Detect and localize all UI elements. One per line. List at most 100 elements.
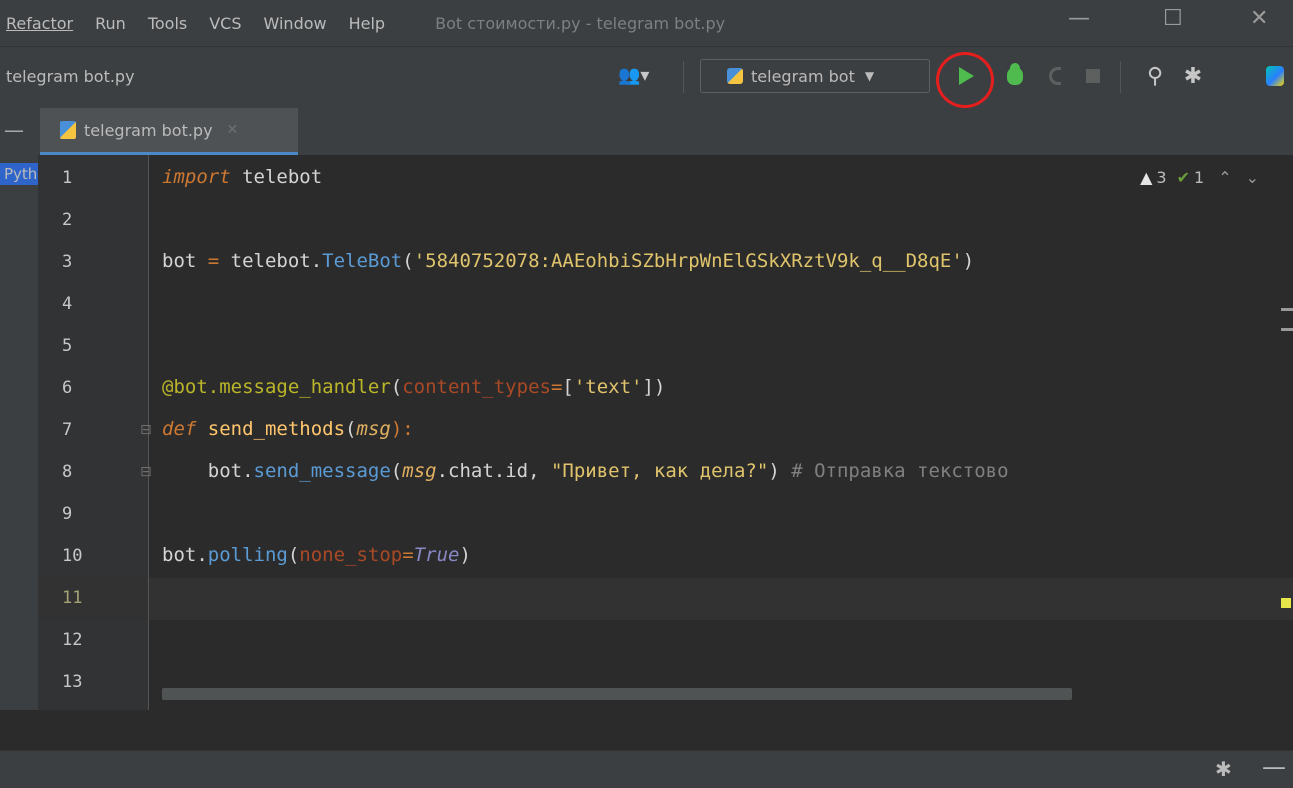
line-number: 10 (62, 546, 83, 566)
project-tool-strip: Pytho (0, 155, 38, 750)
string-literal: 'text' (573, 376, 643, 398)
operator: = (402, 544, 414, 566)
code-text: ( (345, 418, 357, 440)
tab-telegram-bot[interactable]: telegram bot.py ✕ (40, 108, 298, 155)
hide-icon[interactable]: — (1262, 753, 1286, 781)
scroll-marker (1281, 308, 1293, 311)
coverage-button[interactable] (1040, 59, 1070, 93)
navigate-problems-icon[interactable]: ⌃⌄ (1218, 168, 1273, 187)
line-number: 13 (62, 672, 83, 692)
code-text: .chat.id, (436, 460, 551, 482)
editor-bottom-area (0, 710, 1293, 750)
line-number: 6 (62, 378, 73, 398)
run-configuration-label: telegram bot (751, 66, 855, 86)
settings-button[interactable]: ✱ (1178, 59, 1208, 93)
code-text: ) (962, 250, 975, 272)
scroll-marker (1281, 328, 1293, 331)
tab-label: telegram bot.py (84, 120, 213, 140)
code-text: telebot (230, 166, 323, 188)
code-comment: # Отправка текстово (791, 460, 1009, 482)
window-title: Bot стоимости.py - telegram bot.py (435, 13, 726, 33)
line-number-current: 11 (62, 588, 83, 608)
close-window-button[interactable]: ✕ (1250, 6, 1268, 31)
code-text: bot. (162, 460, 254, 482)
current-line-highlight (38, 578, 1293, 620)
breadcrumb-file[interactable]: telegram bot.py (6, 67, 135, 86)
code-line-7: def send_methods(msg): (162, 418, 414, 440)
function-call: send_message (253, 460, 391, 482)
boolean-literal: True (413, 544, 460, 566)
function-name: send_methods (196, 418, 346, 440)
toolbar-separator (1120, 61, 1121, 93)
coverage-icon (1049, 67, 1061, 85)
chevron-down-icon: ▼ (864, 69, 875, 83)
menu-bar: Refactor Run Tools VCS Window Help Bot с… (0, 0, 1293, 46)
annotation-circle (936, 52, 994, 108)
code-text: ( (287, 544, 300, 566)
function-call: polling (207, 544, 288, 566)
python-file-icon (727, 68, 743, 84)
project-tool-label[interactable]: Pytho (0, 163, 38, 185)
run-configuration-selector[interactable]: telegram bot ▼ (700, 59, 930, 93)
caret-marker (1281, 598, 1291, 608)
inspection-widget[interactable]: ▲ 3 ✔ 1 ⌃⌄ (1140, 168, 1273, 187)
search-icon: ⚲ (1146, 63, 1164, 89)
stop-icon (1086, 69, 1100, 83)
code-text: ]) (642, 376, 666, 398)
line-number: 9 (62, 504, 73, 524)
code-line-3: bot = telebot.TeleBot('5840752078:AAEohb… (162, 250, 974, 272)
menu-help[interactable]: Help (349, 14, 385, 33)
weak-warning-icon: ✔ (1176, 168, 1190, 187)
code-text: telebot. (219, 250, 323, 272)
menu-vcs[interactable]: VCS (209, 14, 241, 33)
menu-window[interactable]: Window (264, 14, 327, 33)
gear-icon[interactable]: ✱ (1215, 757, 1232, 781)
menu-run[interactable]: Run (95, 14, 126, 33)
stop-button[interactable] (1078, 59, 1108, 93)
toolbar-separator (683, 61, 684, 93)
parameter-name: msg (402, 460, 437, 482)
fold-end-icon[interactable]: ⊟ (140, 464, 152, 480)
debug-button[interactable] (1000, 59, 1030, 93)
python-file-icon (60, 121, 76, 139)
line-number: 3 (62, 252, 73, 272)
code-text: ( (402, 250, 414, 272)
close-tab-icon[interactable]: ✕ (227, 122, 239, 138)
code-text: ) (768, 460, 792, 482)
line-number: 5 (62, 336, 73, 356)
code-text: ): (390, 418, 414, 440)
parameter-name: msg (356, 418, 391, 440)
operator: = (550, 376, 563, 398)
navigation-bar: telegram bot.py 👥▾ telegram bot ▼ ⚲ ✱ (0, 46, 1293, 110)
warning-icon: ▲ (1140, 168, 1153, 187)
user-icon[interactable]: 👥▾ (618, 65, 649, 86)
settings-icon: ✱ (1183, 63, 1203, 89)
status-bar: ✱ — (0, 750, 1293, 788)
code-text: ( (390, 460, 403, 482)
plugin-button[interactable] (1260, 59, 1290, 93)
line-number: 1 (62, 168, 73, 188)
editor-tabs: — telegram bot.py ✕ (0, 108, 1293, 156)
warning-count: 3 (1156, 168, 1167, 187)
class-name: TeleBot (322, 250, 403, 272)
line-number: 7 (62, 420, 73, 440)
code-text: bot. (162, 544, 208, 566)
search-button[interactable]: ⚲ (1140, 59, 1170, 93)
line-number: 8 (62, 462, 73, 482)
keyword: def (162, 418, 197, 440)
weak-warning-count: 1 (1194, 168, 1205, 187)
code-line-6: @bot.message_handler(content_types=['tex… (162, 376, 665, 398)
collapse-icon[interactable]: — (4, 118, 24, 142)
parameter-name: none_stop (299, 544, 403, 566)
menu-refactor[interactable]: Refactor (6, 14, 73, 33)
string-literal: '5840752078:AAEohbiSZbHrpWnElGSkXRztV9k_… (413, 250, 963, 272)
operator: = (207, 250, 220, 272)
horizontal-scrollbar[interactable] (162, 688, 1072, 700)
maximize-button[interactable]: ☐ (1163, 6, 1183, 31)
menu-tools[interactable]: Tools (148, 14, 187, 33)
line-number: 12 (62, 630, 83, 650)
minimize-button[interactable]: — (1068, 6, 1090, 31)
fold-icon[interactable]: ⊟ (140, 422, 152, 438)
code-line-8: bot.send_message(msg.chat.id, "Привет, к… (162, 460, 1009, 482)
code-text: [ (562, 376, 574, 398)
